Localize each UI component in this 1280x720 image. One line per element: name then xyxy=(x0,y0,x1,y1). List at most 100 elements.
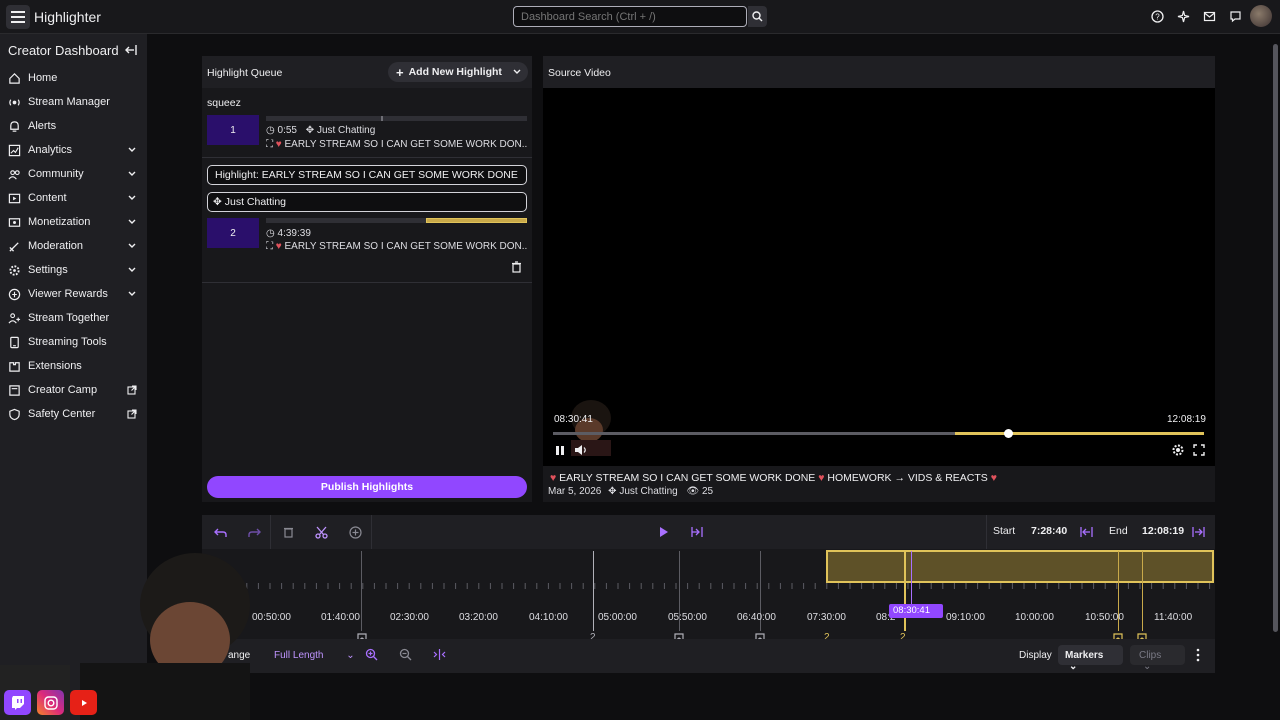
fit-to-selection-icon[interactable] xyxy=(433,648,446,661)
chevron-down-icon xyxy=(128,291,136,296)
current-time: 08:30:41 xyxy=(554,414,593,425)
timeline-tick-label: 04:10:00 xyxy=(529,612,568,623)
video-category: Just Chatting xyxy=(619,486,678,497)
category-field-text: Just Chatting xyxy=(224,196,287,208)
sidebar-item-label: Analytics xyxy=(28,144,73,156)
zoom-in-icon[interactable] xyxy=(365,648,378,661)
svg-text:?: ? xyxy=(1155,12,1160,21)
play-button[interactable] xyxy=(654,523,672,541)
end-value[interactable]: 12:08:19 xyxy=(1142,525,1184,537)
sidebar-item-extensions[interactable]: Extensions xyxy=(0,354,147,378)
top-bar: Highlighter ? xyxy=(0,0,1280,34)
highlight-title-field[interactable]: Highlight: EARLY STREAM SO I CAN GET SOM… xyxy=(207,165,527,185)
sidebar-item-creator-camp[interactable]: Creator Camp xyxy=(0,378,147,402)
undo-icon xyxy=(213,528,227,537)
sparkle-icon xyxy=(1177,10,1189,22)
marker-line xyxy=(593,551,594,631)
sidebar-item-settings[interactable]: Settings xyxy=(0,258,147,282)
sidebar-item-viewer-rewards[interactable]: Viewer Rewards xyxy=(0,282,147,306)
timeline-tick-label: 09:10:00 xyxy=(946,612,985,623)
divider xyxy=(202,157,532,158)
sidebar-item-safety-center[interactable]: Safety Center xyxy=(0,402,147,426)
sidebar-item-label: Monetization xyxy=(28,216,91,228)
highlight-thumbnail-2[interactable]: 2 xyxy=(207,218,259,248)
highlight-1-title-row: ⛶ ♥ EARLY STREAM SO I CAN GET SOME WORK … xyxy=(266,139,528,150)
volume-icon[interactable] xyxy=(574,444,588,456)
cut-button[interactable] xyxy=(312,523,330,541)
sidebar-item-label: Stream Manager xyxy=(28,96,110,108)
set-start-button[interactable] xyxy=(1077,523,1095,541)
magic-button[interactable] xyxy=(1172,5,1194,27)
instagram-icon xyxy=(37,690,64,715)
extensions-icon xyxy=(9,361,20,372)
sidebar-item-content[interactable]: Content xyxy=(0,186,147,210)
more-options-icon[interactable] xyxy=(1193,648,1203,662)
collapse-sidebar-icon[interactable] xyxy=(124,43,138,57)
highlight-1-title: EARLY STREAM SO I CAN GET SOME WORK DON.… xyxy=(284,139,529,150)
inbox-button[interactable] xyxy=(1198,5,1220,27)
zoom-out-icon[interactable] xyxy=(399,648,412,661)
add-new-highlight-button[interactable]: + Add New Highlight xyxy=(388,62,528,82)
sidebar-item-community[interactable]: Community xyxy=(0,162,147,186)
help-button[interactable]: ? xyxy=(1146,5,1168,27)
sidebar-item-analytics[interactable]: Analytics xyxy=(0,138,147,162)
delete-button[interactable] xyxy=(279,523,297,541)
external-link-icon xyxy=(127,385,137,395)
highlight-thumbnail-1[interactable]: 1 xyxy=(207,115,259,145)
play-to-end-button[interactable] xyxy=(688,523,706,541)
page-scrollbar[interactable] xyxy=(1273,44,1278,632)
segment-marker-line xyxy=(904,551,906,631)
set-start-icon xyxy=(1079,527,1093,537)
social-icons xyxy=(4,690,97,715)
chevron-down-icon xyxy=(128,243,136,248)
sidebar-item-moderation[interactable]: Moderation xyxy=(0,234,147,258)
user-avatar[interactable] xyxy=(1250,5,1272,27)
pause-icon[interactable] xyxy=(555,445,565,456)
analytics-icon xyxy=(8,144,21,156)
search-button[interactable] xyxy=(748,6,767,27)
playhead-line[interactable] xyxy=(911,551,912,608)
title-icon: ⛶ xyxy=(266,139,273,150)
range-select[interactable]: Full Length ⌄ xyxy=(274,650,355,661)
help-icon: ? xyxy=(1150,9,1164,23)
redo-button[interactable] xyxy=(245,523,263,541)
settings-gear-icon[interactable] xyxy=(1171,443,1185,457)
chevron-down-icon xyxy=(128,267,136,272)
streaming-tools-icon xyxy=(10,336,19,348)
add-marker-button[interactable] xyxy=(346,523,364,541)
category-field[interactable]: ✥ Just Chatting xyxy=(207,192,527,212)
clips-toggle[interactable]: Clips ⌄ xyxy=(1130,645,1185,672)
dashboard-search-input[interactable] xyxy=(513,6,747,27)
publish-highlights-button[interactable]: Publish Highlights xyxy=(207,476,527,498)
shield-icon xyxy=(9,408,20,420)
toolbar-divider xyxy=(371,515,372,549)
video-player[interactable] xyxy=(543,88,1215,466)
trash-icon[interactable] xyxy=(511,261,522,273)
youtube-icon xyxy=(70,690,97,715)
sidebar-item-label: Viewer Rewards xyxy=(28,288,108,300)
sidebar-item-alerts[interactable]: Alerts xyxy=(0,114,147,138)
timeline-tick-label: 06:40:00 xyxy=(737,612,776,623)
sidebar-item-monetization[interactable]: Monetization xyxy=(0,210,147,234)
chevron-down-icon xyxy=(128,147,136,152)
highlight-2-meta-row: ◷ 4:39:39 xyxy=(266,228,311,239)
set-end-button[interactable] xyxy=(1189,523,1207,541)
search-icon xyxy=(752,11,763,22)
sidebar-item-label: Extensions xyxy=(28,360,82,372)
hamburger-menu-button[interactable] xyxy=(6,5,30,29)
start-value[interactable]: 7:28:40 xyxy=(1031,525,1067,537)
range-value: Full Length xyxy=(274,650,324,661)
sidebar-item-stream-manager[interactable]: Stream Manager xyxy=(0,90,147,114)
fullscreen-icon[interactable] xyxy=(1193,444,1205,456)
selected-segment[interactable] xyxy=(826,550,1214,583)
undo-button[interactable] xyxy=(211,523,229,541)
sidebar-item-home[interactable]: Home xyxy=(0,66,147,90)
sidebar-item-stream-together[interactable]: Stream Together xyxy=(0,306,147,330)
chevron-down-icon[interactable] xyxy=(512,67,522,77)
end-label: End xyxy=(1109,525,1128,537)
video-views: 25 xyxy=(701,486,714,497)
sidebar-item-streaming-tools[interactable]: Streaming Tools xyxy=(0,330,147,354)
markers-toggle[interactable]: Markers ⌄ xyxy=(1058,645,1123,672)
monetization-icon xyxy=(8,217,21,227)
whispers-button[interactable] xyxy=(1224,5,1246,27)
